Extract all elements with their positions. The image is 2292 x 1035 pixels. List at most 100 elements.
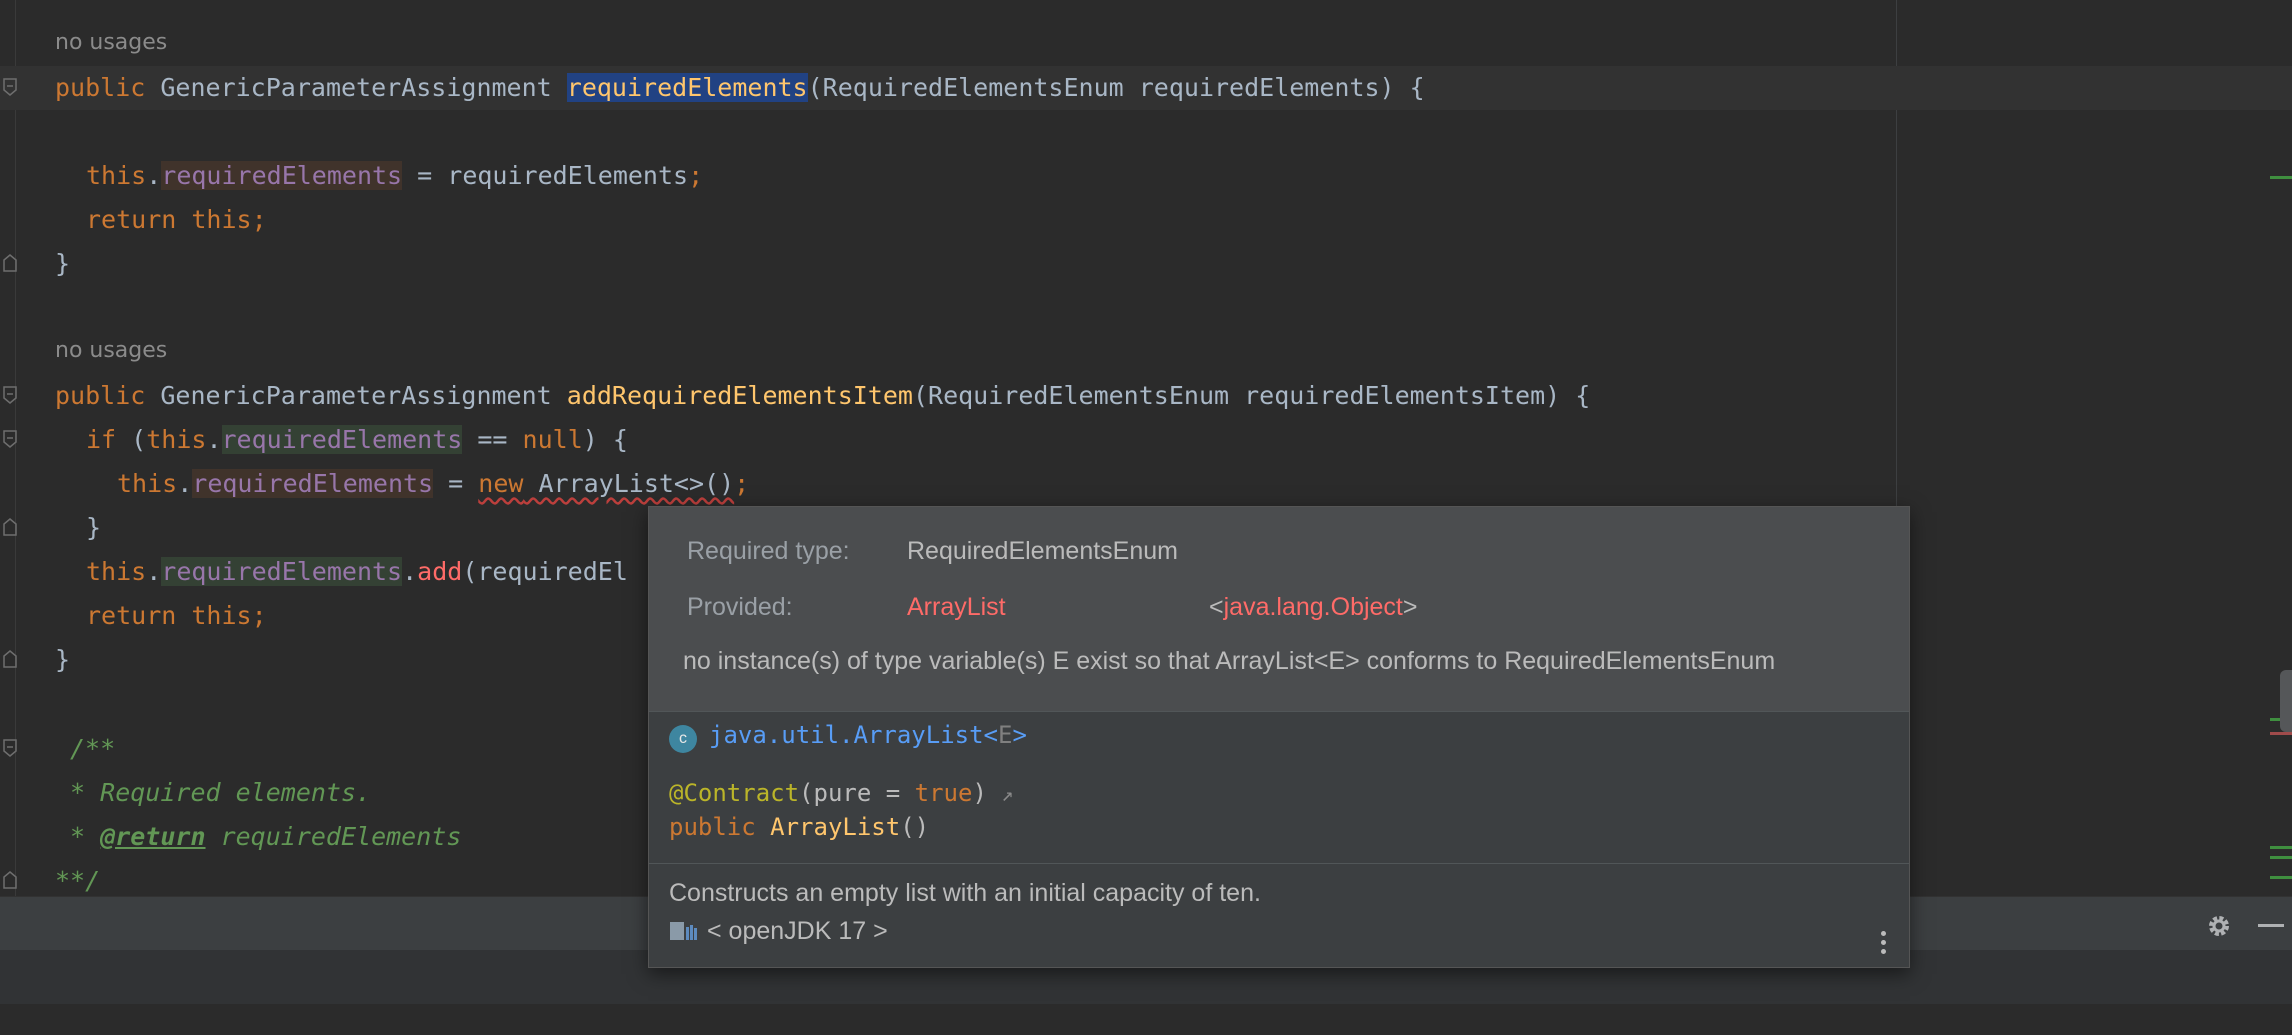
field-reference: requiredElements — [161, 161, 403, 190]
generic-bracket: > — [1012, 721, 1027, 749]
fold-marker-icon[interactable] — [3, 430, 17, 448]
change-marker[interactable] — [2270, 876, 2292, 879]
operator: == — [462, 425, 523, 454]
paren: ( — [116, 425, 147, 454]
dot: . — [146, 557, 162, 586]
provided-label: Provided: — [687, 593, 793, 621]
keyword: this — [117, 469, 178, 498]
error-documentation-popup[interactable]: Required type: RequiredElementsEnum Prov… — [648, 506, 1910, 968]
code-line[interactable]: * @return requiredElements — [0, 815, 461, 859]
popup-divider — [649, 863, 1909, 864]
code-line[interactable]: /** — [0, 727, 115, 771]
keyword: return — [86, 205, 177, 234]
change-marker[interactable] — [2270, 846, 2292, 849]
minimize-icon[interactable] — [2258, 924, 2284, 927]
keyword: true — [914, 779, 973, 807]
annotation-args: ) — [972, 779, 987, 807]
fold-marker-icon[interactable] — [3, 518, 17, 536]
dot: . — [177, 469, 193, 498]
code-line[interactable]: return this; — [0, 594, 267, 638]
constructor-name: ArrayList — [770, 813, 901, 841]
generic-bracket: > — [1402, 593, 1418, 621]
gear-icon[interactable] — [2205, 912, 2233, 940]
operator: = — [433, 469, 479, 498]
generic-bracket: < — [983, 721, 998, 749]
fold-marker-icon[interactable] — [3, 739, 17, 757]
semicolon: ; — [734, 469, 750, 498]
semicolon: ; — [251, 205, 267, 234]
more-vertical-icon[interactable] — [1881, 931, 1887, 957]
keyword: this — [146, 425, 207, 454]
return-type: GenericParameterAssignment — [160, 381, 552, 410]
keyword: this — [86, 161, 147, 190]
javadoc-tag[interactable]: @return — [100, 822, 205, 851]
method-name-selected[interactable]: requiredElements — [566, 73, 808, 102]
method-name[interactable]: addRequiredElementsItem — [567, 381, 913, 410]
fold-marker-icon[interactable] — [3, 78, 17, 96]
code-line[interactable]: } — [0, 506, 101, 550]
error-message: no instance(s) of type variable(s) E exi… — [683, 647, 1776, 675]
assignment: = requiredElements — [402, 161, 689, 190]
usage-hint[interactable]: no usages — [55, 30, 167, 55]
keyword: public — [669, 813, 756, 841]
code-line[interactable]: this.requiredElements.add(requiredEl — [0, 550, 628, 594]
code-line[interactable]: public GenericParameterAssignment requir… — [0, 66, 2292, 110]
closing-brace: } — [55, 249, 71, 278]
dot: . — [146, 161, 162, 190]
class-link[interactable]: java.util.ArrayList — [709, 721, 984, 749]
fold-marker-icon[interactable] — [3, 254, 17, 272]
method-params: (RequiredElementsEnum requiredElements) … — [807, 73, 1425, 102]
keyword: public — [55, 381, 146, 410]
annotation[interactable]: @Contract — [669, 779, 799, 807]
javadoc-text: * Required elements. — [55, 778, 372, 807]
generic-param: E — [998, 721, 1013, 749]
javadoc-text: requiredElements — [205, 822, 462, 851]
error-marker[interactable] — [2270, 732, 2292, 735]
constructor-call-error[interactable]: ArrayList<>() — [523, 469, 734, 498]
provided-generic-type: java.lang.Object — [1223, 593, 1403, 621]
required-type-label: Required type: — [687, 537, 850, 565]
method-params: (RequiredElementsEnum requiredElementsIt… — [912, 381, 1591, 410]
library-icon — [669, 919, 699, 943]
change-marker[interactable] — [2270, 176, 2292, 179]
keyword: this — [191, 601, 252, 630]
constructor-parens: () — [900, 813, 930, 841]
code-line[interactable]: this.requiredElements = requiredElements… — [0, 154, 703, 198]
field-reference: requiredElements — [221, 425, 463, 454]
closing-brace: } — [55, 645, 71, 674]
external-link-icon[interactable]: ↗ — [1001, 782, 1013, 806]
field-reference: requiredElements — [192, 469, 434, 498]
code-line[interactable]: * Required elements. — [0, 771, 371, 815]
provided-value: ArrayList — [907, 593, 1006, 621]
code-line[interactable]: return this; — [0, 198, 267, 242]
fold-marker-icon[interactable] — [3, 386, 17, 404]
required-type-value: RequiredElementsEnum — [907, 537, 1178, 565]
javadoc-star: * — [55, 822, 101, 851]
popup-divider — [649, 711, 1909, 712]
generic-bracket: < — [1209, 593, 1224, 621]
keyword: this — [191, 205, 252, 234]
dot: . — [206, 425, 222, 454]
code-line[interactable]: } — [0, 242, 70, 286]
method-call: add — [417, 557, 463, 586]
fold-marker-icon[interactable] — [3, 650, 17, 668]
usage-hint[interactable]: no usages — [55, 338, 167, 363]
keyword: return — [86, 601, 177, 630]
return-type: GenericParameterAssignment — [160, 73, 552, 102]
annotation-args: (pure = — [799, 779, 915, 807]
code-line[interactable]: if (this.requiredElements == null) { — [0, 418, 628, 462]
code-line[interactable]: public GenericParameterAssignment addReq… — [0, 374, 1590, 418]
keyword: this — [86, 557, 147, 586]
code-line[interactable]: } — [0, 638, 70, 682]
class-icon: c — [669, 725, 697, 753]
scrollbar-thumb[interactable] — [2280, 670, 2292, 732]
change-marker[interactable] — [2270, 856, 2292, 859]
library-label[interactable]: < openJDK 17 > — [707, 917, 888, 946]
paren: ) { — [582, 425, 628, 454]
keyword: null — [522, 425, 583, 454]
dot: . — [402, 557, 418, 586]
code-line[interactable]: this.requiredElements = new ArrayList<>(… — [0, 462, 749, 506]
semicolon: ; — [688, 161, 704, 190]
closing-brace: } — [86, 513, 102, 542]
fold-marker-icon[interactable] — [3, 871, 17, 889]
